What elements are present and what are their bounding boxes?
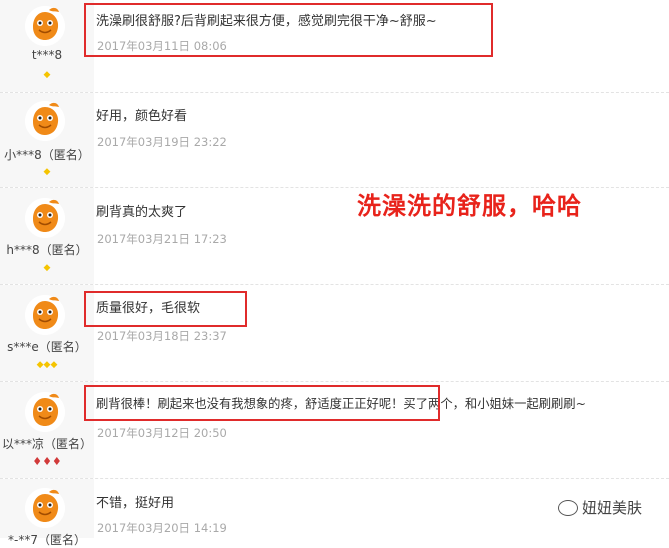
avatar: [25, 295, 65, 335]
wechat-icon: [558, 499, 578, 516]
user-level-icon: ◆: [43, 70, 51, 80]
review-date: 2017年03月21日 17:23: [97, 232, 227, 246]
username: 小***8（匿名）: [4, 148, 90, 162]
avatar: [25, 198, 65, 238]
review-date: 2017年03月12日 20:50: [97, 426, 227, 440]
review-date: 2017年03月19日 23:22: [97, 135, 227, 149]
review-text: 好用，颜色好看: [96, 109, 188, 124]
avatar: [25, 392, 65, 432]
review-text: 不错，挺好用: [96, 496, 175, 511]
watermark: 妞妞美肤: [558, 497, 642, 518]
avatar: [25, 488, 65, 528]
review-date: 2017年03月20日 14:19: [97, 521, 227, 535]
user-level-icon: ◆◆◆: [36, 360, 58, 370]
overlay-caption: 洗澡洗的舒服，哈哈: [357, 192, 582, 220]
user-level-icon: ♦♦♦: [32, 455, 62, 468]
highlight-box: [84, 291, 247, 327]
watermark-text: 妞妞美肤: [582, 499, 643, 517]
username: *-**7（匿名）: [8, 533, 86, 547]
avatar: [25, 101, 65, 141]
username: 以***凉（匿名）: [1, 437, 92, 451]
username: h***8（匿名）: [6, 243, 88, 257]
highlight-box: [84, 385, 440, 421]
highlight-box: [84, 3, 493, 57]
avatar: [25, 6, 65, 46]
user-level-icon: ◆: [43, 167, 51, 177]
review-text: 刷背真的太爽了: [96, 205, 188, 220]
review-item: 小***8（匿名） ◆ 好用，颜色好看 2017年03月19日 23:22: [0, 93, 669, 188]
user-level-icon: ◆: [43, 263, 51, 273]
username: t***8: [31, 48, 63, 62]
review-date: 2017年03月18日 23:37: [97, 329, 227, 343]
username: s***e（匿名）: [7, 340, 87, 354]
